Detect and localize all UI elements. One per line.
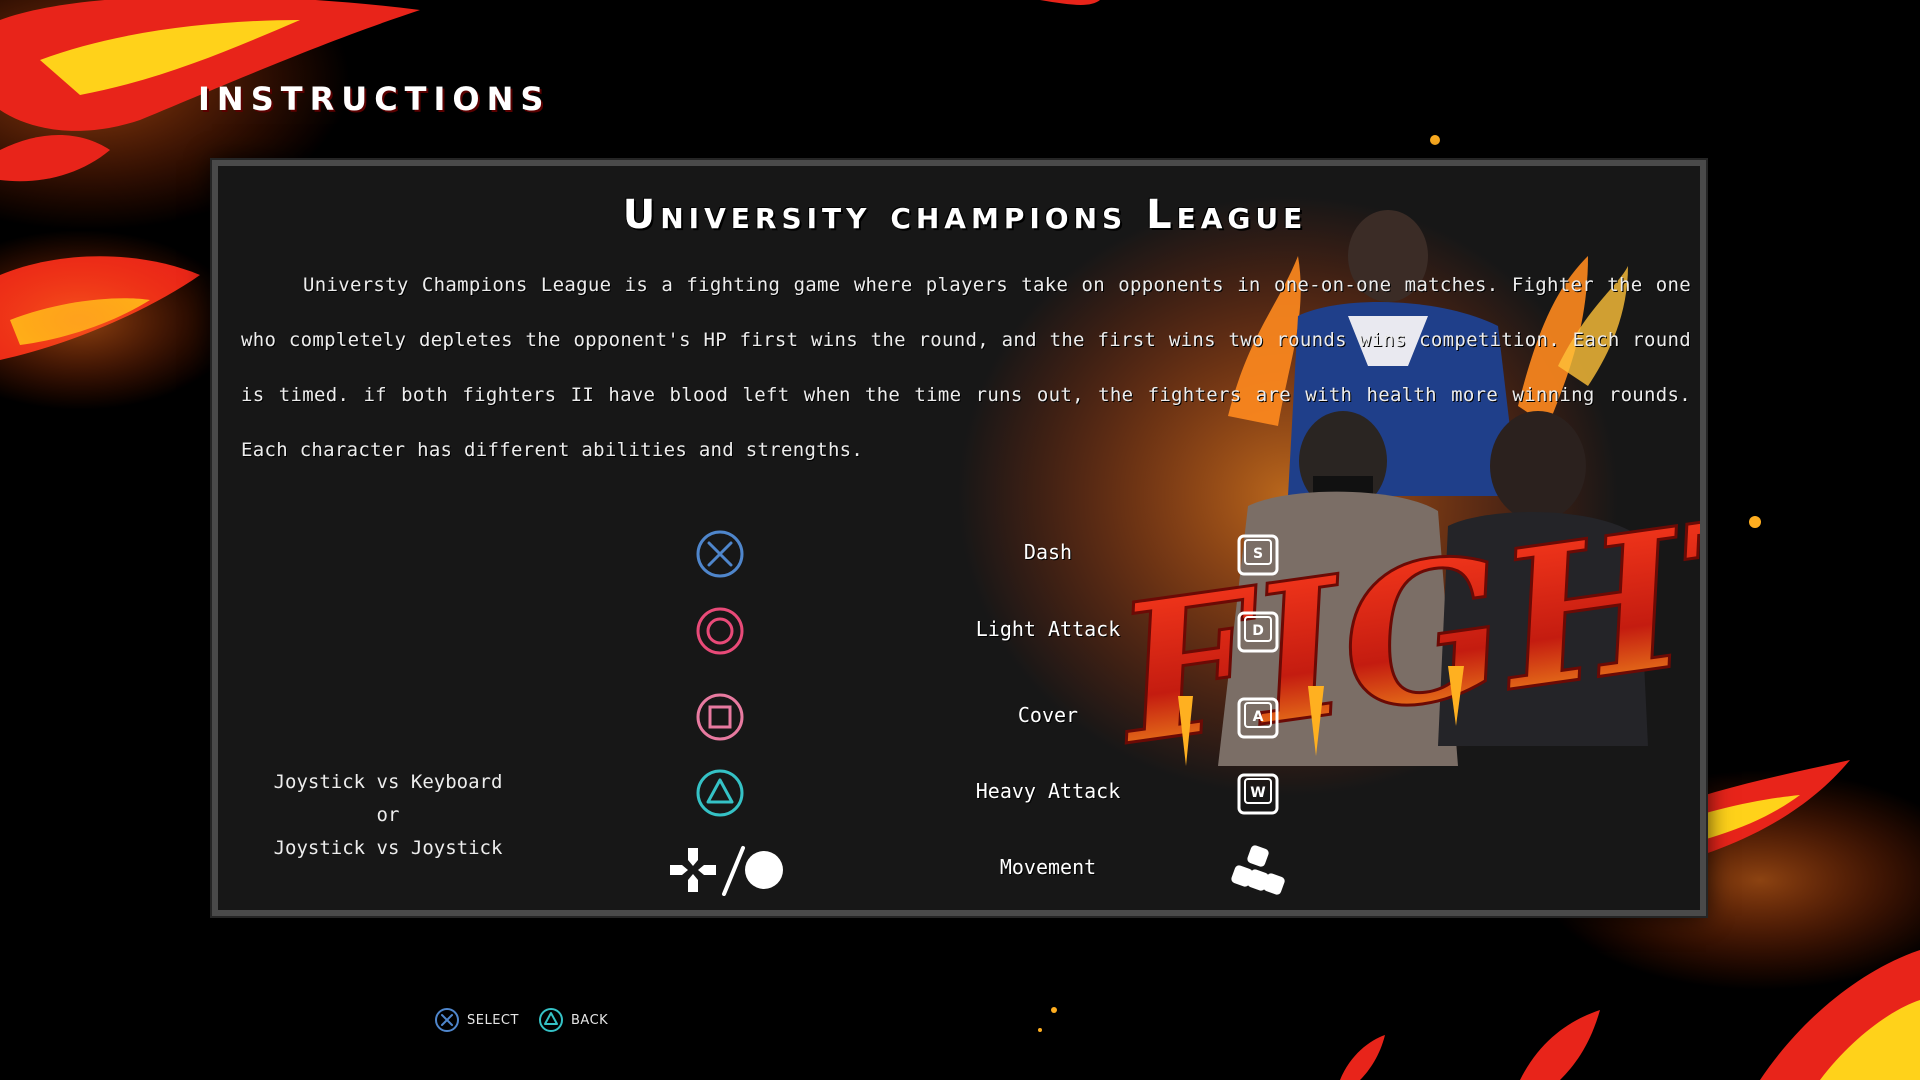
- game-description: Universty Champions League is a fighting…: [241, 274, 1691, 461]
- dpad-slash-stick-icon: [670, 846, 783, 896]
- action-label-heavy-attack: Heavy Attack: [975, 779, 1121, 803]
- triangle-icon: [539, 1008, 563, 1032]
- control-row-cover: Cover A: [218, 687, 1700, 747]
- key-a-icon: A: [1237, 697, 1279, 739]
- instructions-panel: FIGHT University champions League Univer…: [212, 160, 1706, 916]
- screen-title: INSTRUCTIONS: [198, 80, 551, 118]
- select-hint[interactable]: SELECT: [434, 1004, 519, 1036]
- select-label: SELECT: [467, 1012, 519, 1028]
- wasd-keys-icon: [1231, 845, 1285, 895]
- action-label-dash: Dash: [1023, 540, 1073, 564]
- control-row-dash: Dash S: [218, 524, 1700, 584]
- cross-icon: [435, 1008, 459, 1032]
- control-row-movement: Movement: [218, 839, 1700, 899]
- action-label-light-attack: Light Attack: [975, 617, 1121, 641]
- triangle-icon: [696, 769, 744, 817]
- action-label-movement: Movement: [999, 855, 1097, 879]
- svg-text:W: W: [1250, 785, 1265, 801]
- key-s-icon: S: [1237, 534, 1279, 576]
- control-row-light-attack: Light Attack D: [218, 601, 1700, 661]
- back-label: BACK: [571, 1012, 609, 1028]
- control-row-heavy-attack: Heavy Attack W: [218, 763, 1700, 823]
- action-label-cover: Cover: [1017, 703, 1079, 727]
- key-d-icon: D: [1237, 611, 1279, 653]
- back-hint[interactable]: BACK: [538, 1004, 608, 1036]
- svg-text:S: S: [1253, 546, 1263, 562]
- key-w-icon: W: [1237, 773, 1279, 815]
- svg-text:D: D: [1252, 623, 1264, 639]
- square-icon: [696, 693, 744, 741]
- game-title: University champions League: [622, 192, 1308, 238]
- cross-icon: [696, 530, 744, 578]
- svg-text:A: A: [1253, 709, 1264, 725]
- circle-icon: [696, 607, 744, 655]
